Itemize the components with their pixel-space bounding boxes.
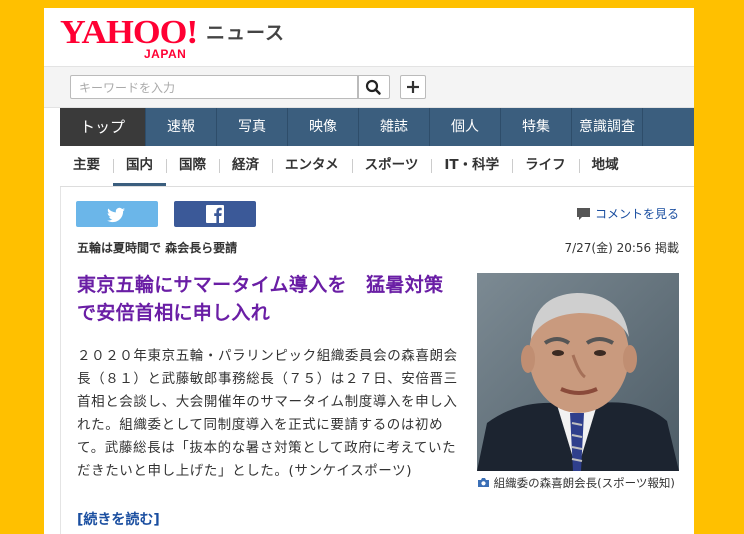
facebook-share-button[interactable]: [174, 201, 256, 227]
nav-top[interactable]: トップ: [60, 108, 146, 146]
search-button[interactable]: [358, 75, 390, 99]
publish-date: 7/27(金) 20:56 掲載: [564, 241, 679, 255]
read-more-link[interactable]: [続きを読む]: [77, 509, 160, 529]
nav-video[interactable]: 映像: [288, 108, 359, 146]
comment-link-label: コメントを見る: [594, 207, 679, 221]
nav-photos[interactable]: 写真: [217, 108, 288, 146]
tab-domestic[interactable]: 国内: [113, 146, 166, 186]
photo-caption-text: 組織委の森喜朗会長(スポーツ報知): [493, 476, 675, 490]
tab-main[interactable]: 主要: [60, 146, 113, 186]
yahoo-logo[interactable]: YAHOO! JAPAN: [60, 16, 198, 62]
twitter-share-button[interactable]: [76, 201, 158, 227]
nav-survey[interactable]: 意識調査: [572, 108, 643, 146]
facebook-icon: [206, 205, 224, 223]
tab-international[interactable]: 国際: [166, 146, 219, 186]
nav-breaking[interactable]: 速報: [146, 108, 217, 146]
search-icon: [365, 79, 381, 95]
search-bar: キーワードを入力: [44, 66, 694, 108]
secondary-nav: 主要 国内 国際 経済 エンタメ スポーツ IT・科学 ライフ 地域: [60, 146, 694, 187]
plus-icon: [407, 81, 419, 93]
article-body: ２０２０年東京五輪・パラリンピック組織委員会の森喜朗会長（８１）と武藤敏郎事務総…: [77, 348, 458, 479]
tab-economy[interactable]: 経済: [219, 146, 272, 186]
logo-section[interactable]: ニュース: [206, 18, 285, 45]
article-photo[interactable]: [477, 273, 679, 471]
twitter-icon: [107, 207, 125, 223]
tab-entertainment[interactable]: エンタメ: [272, 146, 352, 186]
nav-features[interactable]: 特集: [501, 108, 572, 146]
photo-caption: 組織委の森喜朗会長(スポーツ報知): [477, 475, 681, 491]
camera-icon: [478, 478, 489, 487]
logo-region: JAPAN: [144, 47, 187, 61]
tab-life[interactable]: ライフ: [512, 146, 579, 186]
short-headline: 五輪は夏時間で 森会長ら要請: [77, 241, 238, 255]
article: コメントを見る 五輪は夏時間で 森会長ら要請 7/27(金) 20:56 掲載 …: [60, 187, 694, 534]
add-button[interactable]: [400, 75, 426, 99]
page: YAHOO! JAPAN ニュース キーワードを入力 トップ 速報 写真 映像 …: [44, 8, 694, 534]
nav-magazines[interactable]: 雑誌: [359, 108, 430, 146]
primary-nav: トップ 速報 写真 映像 雑誌 個人 特集 意識調査: [60, 108, 694, 146]
tab-sports[interactable]: スポーツ: [351, 146, 432, 186]
logo-brand: YAHOO!: [60, 14, 198, 51]
comment-icon: [576, 207, 590, 220]
portrait-image: [477, 273, 679, 471]
tab-it-science[interactable]: IT・科学: [431, 146, 512, 186]
nav-individual[interactable]: 個人: [430, 108, 501, 146]
search-input[interactable]: キーワードを入力: [70, 75, 358, 99]
comment-link[interactable]: コメントを見る: [576, 205, 679, 222]
article-title: 東京五輪にサマータイム導入を 猛暑対策で安倍首相に申し入れ: [77, 274, 444, 324]
tab-local[interactable]: 地域: [578, 146, 632, 186]
